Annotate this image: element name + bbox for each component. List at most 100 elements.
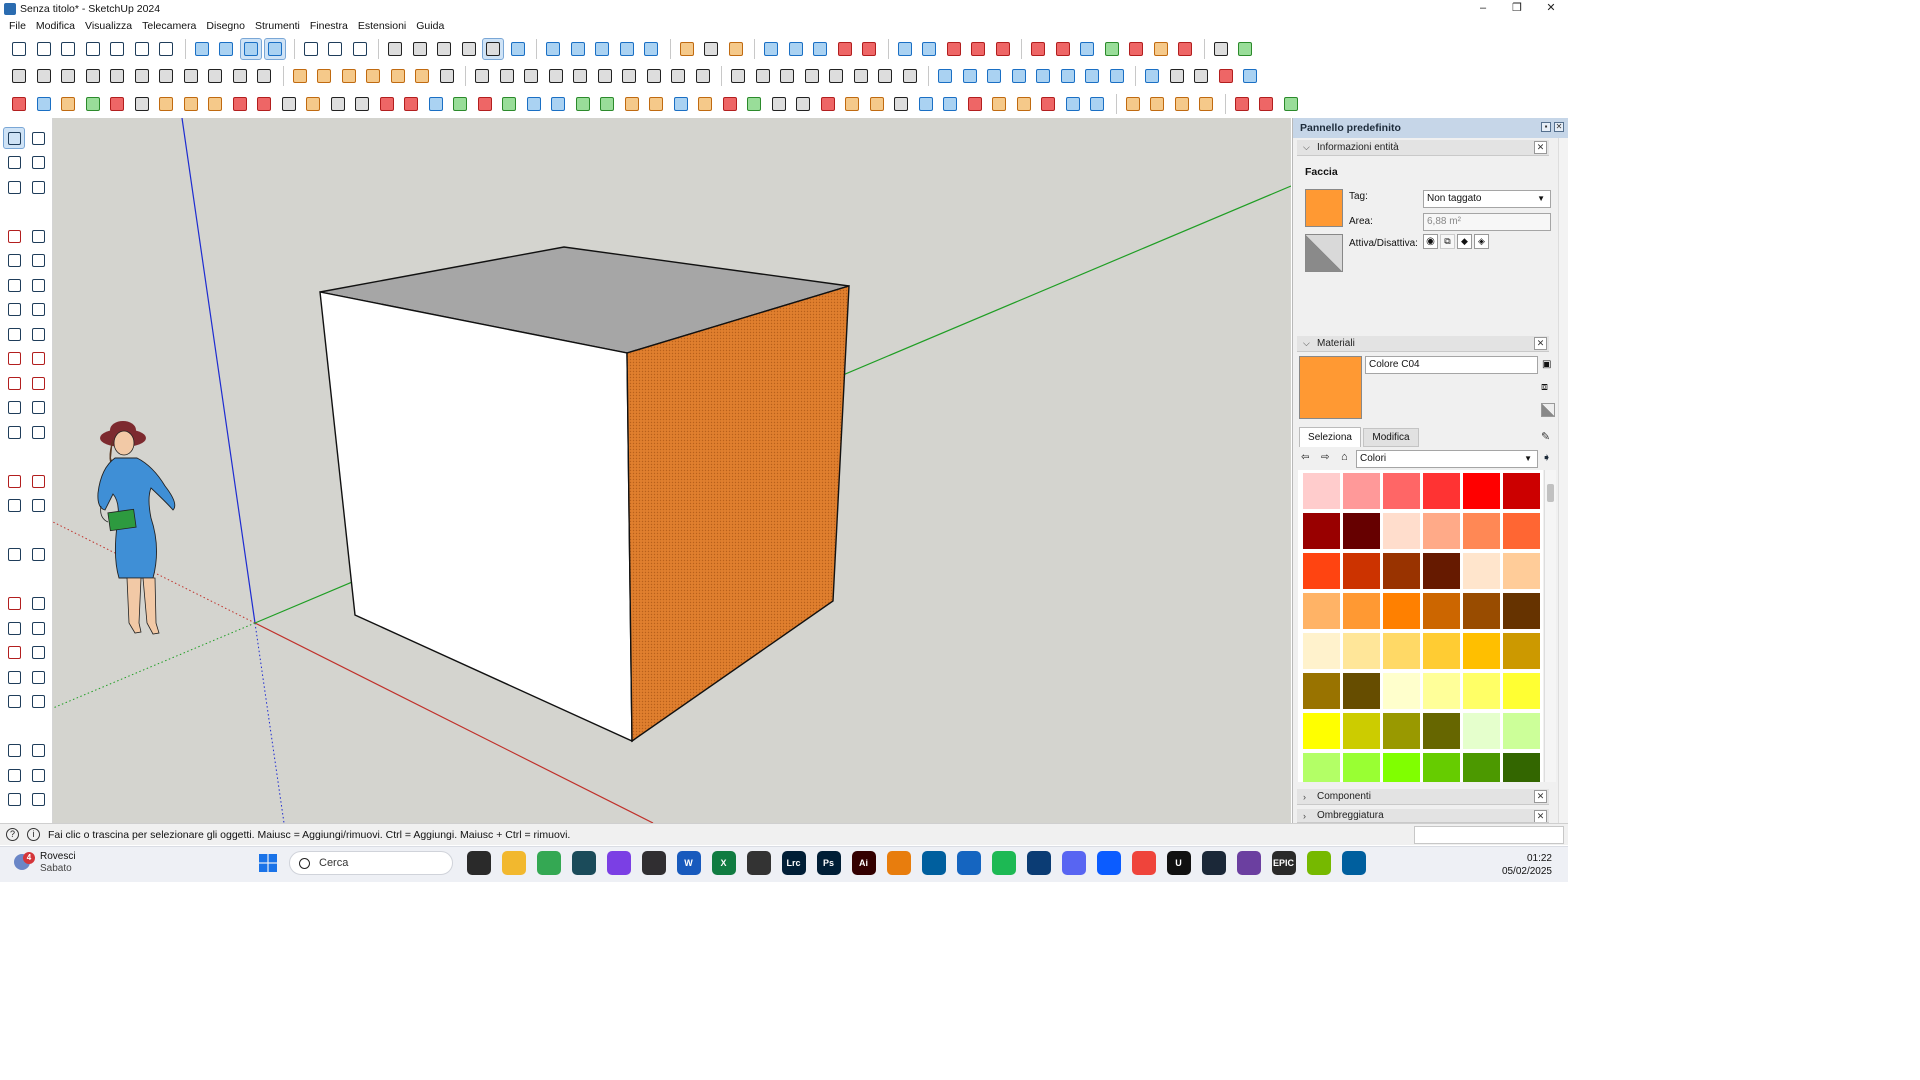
material-swatch[interactable] <box>1343 633 1380 669</box>
tray-scrollbar[interactable] <box>1558 138 1568 823</box>
toolbar-tool-button[interactable] <box>155 65 177 87</box>
weather-widget[interactable]: 4 Rovesci Sabato <box>14 851 76 875</box>
toolbar-tool-button[interactable] <box>645 93 667 115</box>
eyedropper-icon[interactable]: ✎ <box>1541 430 1550 443</box>
toolbar-tool-button[interactable] <box>106 38 128 60</box>
toolbar-tool-button[interactable] <box>449 93 471 115</box>
toolbar-tool-button[interactable] <box>8 38 30 60</box>
toolbar-tool-button[interactable] <box>785 38 807 60</box>
photoshop-icon[interactable]: Ps <box>816 851 841 875</box>
toolbar-tool-button[interactable] <box>569 65 591 87</box>
file-explorer-icon[interactable] <box>501 851 526 875</box>
material-swatch[interactable] <box>1303 633 1340 669</box>
scale-figure[interactable] <box>97 421 176 635</box>
materials-header[interactable]: ⌵ Materiali ✕ <box>1297 336 1549 352</box>
toolbar-tool-button[interactable] <box>621 93 643 115</box>
toolbar-tool-button[interactable] <box>542 38 564 60</box>
material-swatch[interactable] <box>1463 553 1500 589</box>
toolbar-tool-button[interactable] <box>1280 93 1302 115</box>
toolbar-tool-button[interactable] <box>1146 93 1168 115</box>
sketchup-active-icon[interactable] <box>1341 851 1366 875</box>
material-swatch[interactable] <box>1303 673 1340 709</box>
toolbar-tool-button[interactable] <box>676 38 698 60</box>
toolbar-tool-button[interactable] <box>1013 93 1035 115</box>
toolbar-tool-button[interactable] <box>1171 93 1193 115</box>
toolbar-tool-button[interactable] <box>300 38 322 60</box>
toolbar-tool-button[interactable] <box>278 93 300 115</box>
tool-button[interactable] <box>27 691 49 713</box>
toolbar-tool-button[interactable] <box>834 38 856 60</box>
toolbar-tool-button[interactable] <box>239 38 262 60</box>
toolbar-tool-button[interactable] <box>33 93 55 115</box>
toolbar-tool-button[interactable] <box>616 38 638 60</box>
toolbar-tool-button[interactable] <box>743 93 765 115</box>
toolbar-tool-button[interactable] <box>8 65 30 87</box>
material-swatch[interactable] <box>1503 673 1540 709</box>
tool-button[interactable] <box>3 544 25 566</box>
blender-icon[interactable] <box>886 851 911 875</box>
toolbar-tool-button[interactable] <box>33 38 55 60</box>
toolbar-tool-button[interactable] <box>106 93 128 115</box>
close-button[interactable]: ✕ <box>1534 0 1568 17</box>
material-swatch[interactable] <box>1343 713 1380 749</box>
details-arrow-icon[interactable]: ➧ <box>1542 451 1551 464</box>
tool-button[interactable] <box>27 225 49 247</box>
tool-button[interactable] <box>3 495 25 517</box>
menu-help[interactable]: Guida <box>411 20 449 32</box>
toolbar-tool-button[interactable] <box>894 38 916 60</box>
material-swatch[interactable] <box>1383 473 1420 509</box>
toolbar-tool-button[interactable] <box>1125 38 1147 60</box>
material-swatch[interactable] <box>1423 473 1460 509</box>
toolbar-tool-button[interactable] <box>841 93 863 115</box>
webex-icon[interactable] <box>1026 851 1051 875</box>
toolbar-tool-button[interactable] <box>866 93 888 115</box>
material-swatch[interactable] <box>1303 513 1340 549</box>
toolbar-tool-button[interactable] <box>1076 38 1098 60</box>
tool-button[interactable] <box>27 421 49 443</box>
toolbar-tool-button[interactable] <box>327 93 349 115</box>
obs-icon[interactable] <box>641 851 666 875</box>
toolbar-tool-button[interactable] <box>1234 38 1256 60</box>
material-swatch[interactable] <box>1463 753 1500 782</box>
toolbar-tool-button[interactable] <box>498 93 520 115</box>
toolbar-tool-button[interactable] <box>752 65 774 87</box>
toolbar-tool-button[interactable] <box>918 38 940 60</box>
toolbar-tool-button[interactable] <box>1052 38 1074 60</box>
tool-button[interactable] <box>27 176 49 198</box>
toolbar-tool-button[interactable] <box>694 93 716 115</box>
maximize-button[interactable]: ❐ <box>1500 0 1534 17</box>
toolbar-tool-button[interactable] <box>545 65 567 87</box>
toolbar-tool-button[interactable] <box>82 93 104 115</box>
tool-button[interactable] <box>3 323 25 345</box>
toolbar-tool-button[interactable] <box>433 38 455 60</box>
epic-icon[interactable]: EPIC <box>1271 851 1296 875</box>
scroll-thumb[interactable] <box>1547 484 1554 502</box>
toolbar-tool-button[interactable] <box>1032 65 1054 87</box>
toolbar-tool-button[interactable] <box>776 65 798 87</box>
shadow-cast-icon[interactable]: ⧉ <box>1440 234 1455 249</box>
toolbar-tool-button[interactable] <box>959 65 981 87</box>
material-swatch[interactable] <box>1303 593 1340 629</box>
info-icon[interactable]: i <box>27 828 40 841</box>
toolbar-tool-button[interactable] <box>474 93 496 115</box>
toolbar-tool-button[interactable] <box>8 93 30 115</box>
toolbar-tool-button[interactable] <box>934 65 956 87</box>
material-preview-swatch[interactable] <box>1299 356 1362 419</box>
minimize-button[interactable]: – <box>1466 0 1500 17</box>
toolbar-tool-button[interactable] <box>1081 65 1103 87</box>
terminal-icon[interactable] <box>571 851 596 875</box>
toolbar-tool-button[interactable] <box>1231 93 1253 115</box>
material-swatch[interactable] <box>1383 553 1420 589</box>
toolbar-tool-button[interactable] <box>253 65 275 87</box>
material-swatch[interactable] <box>1463 713 1500 749</box>
material-swatch[interactable] <box>1303 473 1340 509</box>
forward-arrow-icon[interactable]: ⇨ <box>1321 452 1329 463</box>
material-swatch[interactable] <box>1503 753 1540 782</box>
create-material-icon[interactable]: ▣ <box>1542 359 1551 370</box>
tool-button[interactable] <box>27 127 49 149</box>
toolbar-tool-button[interactable] <box>1027 38 1049 60</box>
toolbar-tool-button[interactable] <box>899 65 921 87</box>
toolbar-tool-button[interactable] <box>1062 93 1084 115</box>
tray-pin-button[interactable]: ▪ <box>1541 122 1551 132</box>
tool-button[interactable] <box>3 372 25 394</box>
